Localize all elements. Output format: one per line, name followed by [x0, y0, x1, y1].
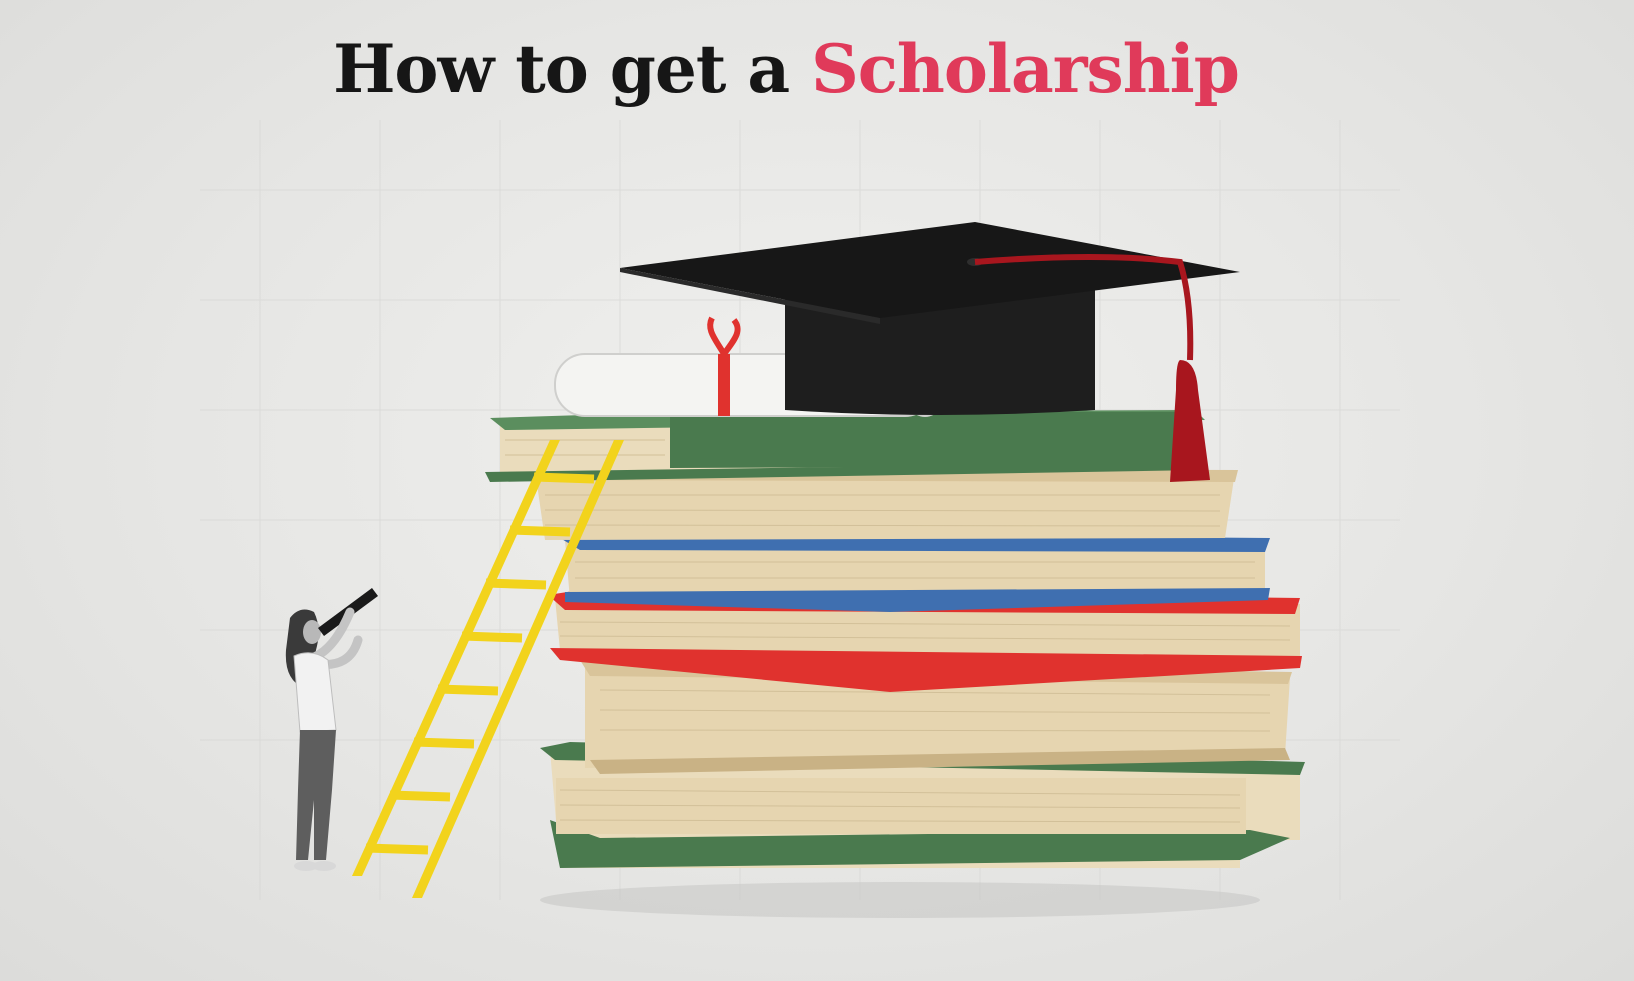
stack-shadow: [540, 882, 1260, 918]
tassel-icon: [1170, 360, 1210, 482]
scholarship-banner: How to get a Scholarship: [0, 0, 1634, 981]
book-green-top: [485, 410, 1205, 482]
person-with-telescope-icon: [285, 588, 378, 871]
book-blue: [560, 533, 1270, 612]
scholarship-illustration: [285, 222, 1305, 918]
